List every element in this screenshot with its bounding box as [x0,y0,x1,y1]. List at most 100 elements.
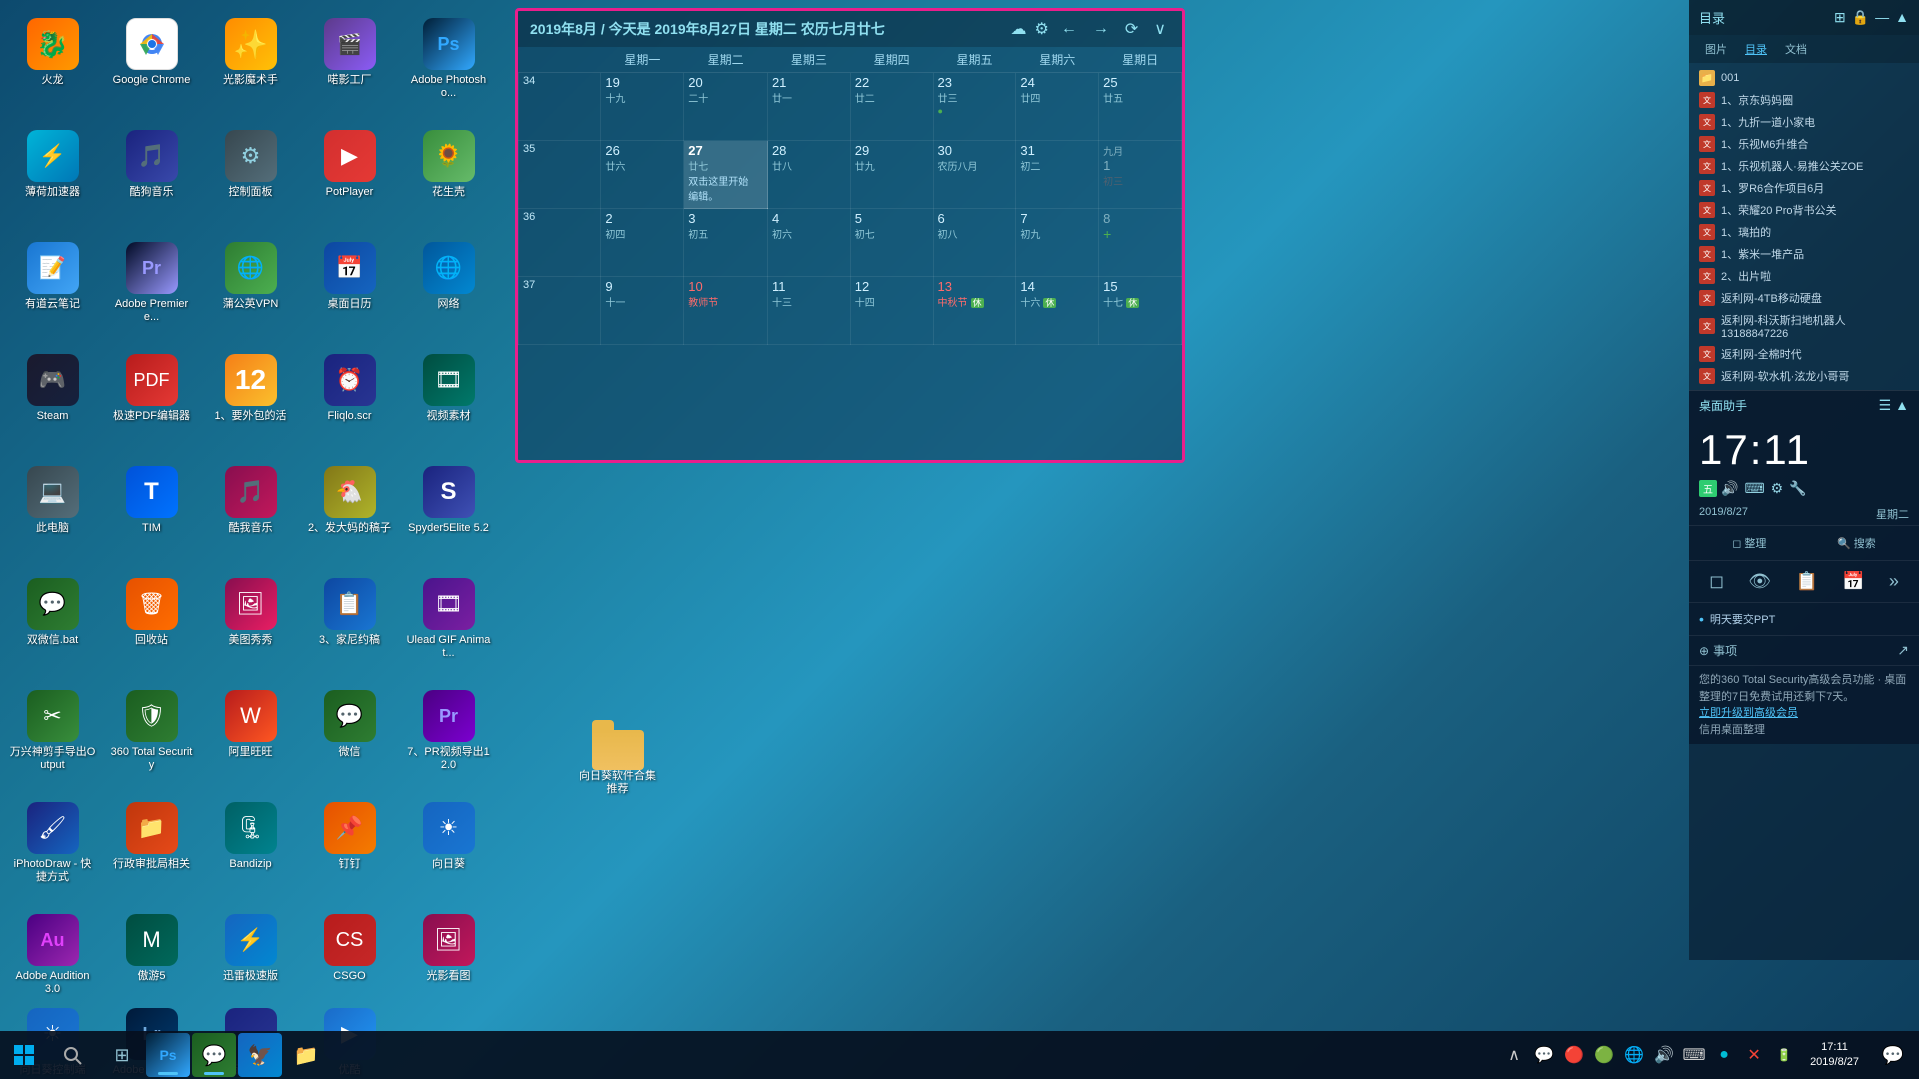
icon-audio-factory[interactable]: 🎬 喏影工厂 [302,10,397,118]
icon-fliql[interactable]: ⏰ Fliqlo.scr [302,346,397,454]
icon-chicken[interactable]: 🐔 2、发大妈的稿子 [302,458,397,566]
folder-icon-sunflower[interactable]: 向日葵软件合集推荐 [570,710,665,796]
event-share-icon[interactable]: ↗ [1897,642,1909,659]
icon-label2[interactable]: 12 1、要外包的活 [203,346,298,454]
icon-boost[interactable]: ⚡ 薄荷加速器 [5,122,100,230]
cal-day-sep-3[interactable]: 3初五 [684,209,768,277]
icon-ps[interactable]: Ps Adobe Photosho... [401,10,496,118]
icon-fire[interactable]: 🐉 火龙 [5,10,100,118]
icon-ctrl-panel[interactable]: ⚙ 控制面板 [203,122,298,230]
tray-net-icon[interactable]: 🌐 [1620,1033,1648,1077]
cal-day-22[interactable]: 22廿二 [850,73,933,141]
panel-screenshot-icon[interactable]: ⊞ [1834,9,1846,26]
icon-csgo[interactable]: CS CSGO [302,906,397,996]
icon-pc[interactable]: 💻 此电脑 [5,458,100,566]
settings-icon2[interactable]: ⚙ [1771,480,1784,497]
taskbar-wechat-app[interactable]: 💬 [192,1033,236,1077]
taskbar-start-btn[interactable] [0,1031,48,1079]
icon-wechat[interactable]: 💬 双微信.bat [5,570,100,678]
icon-admin[interactable]: 📁 行政审批局相关 [104,794,199,902]
calendar-icon[interactable]: 📅 [1838,567,1868,596]
assistant-collapse-icon[interactable]: ▲ [1895,397,1909,414]
cal-day-24[interactable]: 24廿四 [1016,73,1099,141]
assistant-menu-icon[interactable]: ☰ [1879,397,1892,414]
icon-chrome[interactable]: Google Chrome [104,10,199,118]
tray-x-icon[interactable]: ✕ [1740,1033,1768,1077]
icon-cal[interactable]: 📅 桌面日历 [302,234,397,342]
cal-day-sep-9[interactable]: 9十一 [601,277,684,345]
cal-prev-btn[interactable]: ← [1057,18,1081,40]
cal-day-sep-10[interactable]: 10教师节 [684,277,768,345]
cal-day-19[interactable]: 19十九 [601,73,684,141]
tray-volume-icon[interactable]: 🔊 [1650,1033,1678,1077]
file-item-001[interactable]: 📁 001 [1689,67,1919,89]
icon-thunder[interactable]: ⚡ 迅雷极速版 [203,906,298,996]
file-item-jiu[interactable]: 文 1、九折一道小家电 [1689,111,1919,133]
cal-day-sep-11[interactable]: 11十三 [767,277,850,345]
cal-day-sep-1[interactable]: 九月 1 初三 [1099,141,1182,209]
tray-keyboard-icon[interactable]: ⌨ [1680,1033,1708,1077]
cal-day-sep-14[interactable]: 14 十六 休 [1016,277,1099,345]
search-btn[interactable]: 🔍 搜索 [1831,532,1882,554]
icon-au[interactable]: Au Adobe Audition 3.0 [5,906,100,996]
cal-day-30[interactable]: 30农历八月 [933,141,1016,209]
tray-orange-icon[interactable]: 🔴 [1560,1033,1588,1077]
tray-wechat-icon[interactable]: 💬 [1530,1033,1558,1077]
cal-day-25[interactable]: 25廿五 [1099,73,1182,141]
file-item-zoe[interactable]: 文 1、乐视机器人·易推公关ZOE [1689,155,1919,177]
cal-day-sep-7[interactable]: 7初九 [1016,209,1099,277]
cal-day-sep-12[interactable]: 12十四 [850,277,933,345]
panel-max-icon[interactable]: ▲ [1895,9,1909,26]
clipboard-icon[interactable]: 📋 [1791,567,1821,596]
taskbar-task-view[interactable]: ⊞ [100,1033,144,1077]
icon-mu5[interactable]: M 傲游5 [104,906,199,996]
icon-iphoto[interactable]: 🖌 iPhotoDraw - 快捷方式 [5,794,100,902]
cal-day-sep-13[interactable]: 13 中秋节 休 [933,277,1016,345]
cal-next-btn[interactable]: → [1089,18,1113,40]
taskbar-lark-app[interactable]: 🦅 [238,1033,282,1077]
cal-day-sep-6[interactable]: 6初八 [933,209,1016,277]
icon-jia[interactable]: 📋 3、家尼约稿 [302,570,397,678]
icon-note[interactable]: 📝 有道云笔记 [5,234,100,342]
cal-day-sep-8[interactable]: 8 + [1099,209,1182,277]
file-item-robot[interactable]: 文 返利网-科沃斯扫地机器人13188847226 [1689,309,1919,343]
cal-expand-btn[interactable]: ∨ [1150,17,1170,41]
file-item-jd[interactable]: 文 1、京东妈妈圈 [1689,89,1919,111]
file-item-leshi[interactable]: 文 1、乐视M6升维合 [1689,133,1919,155]
tray-green-icon[interactable]: 🟢 [1590,1033,1618,1077]
icon-nail[interactable]: 📌 钉钉 [302,794,397,902]
cal-day-29[interactable]: 29廿九 [850,141,933,209]
panel-lock-icon[interactable]: 🔒 [1852,9,1869,26]
icon-spy[interactable]: S Spyder5Elite 5.2 [401,458,496,566]
cal-day-26[interactable]: 26廿六 [601,141,684,209]
icon-kugo[interactable]: 🎵 酷狗音乐 [104,122,199,230]
file-item-mi[interactable]: 文 1、紫米一堆产品 [1689,243,1919,265]
tray-caret-icon[interactable]: ∧ [1500,1033,1528,1077]
cal-day-31[interactable]: 31初二 [1016,141,1099,209]
icon-net[interactable]: 🌐 网络 [401,234,496,342]
icon-tim[interactable]: T TIM [104,458,199,566]
icon-video[interactable]: 🎞 视频素材 [401,346,496,454]
icon-tool[interactable]: ✂ 万兴神剪手导出Output [5,682,100,790]
tray-blue-icon[interactable]: ● [1710,1033,1738,1077]
cal-day-sep-2[interactable]: 2初四 [601,209,684,277]
cal-day-sep-15[interactable]: 15 十七 休 [1099,277,1182,345]
icon-wx2[interactable]: 💬 微信 [302,682,397,790]
tab-images[interactable]: 图片 [1697,39,1735,59]
file-item-rong[interactable]: 文 1、荣耀20 Pro背书公关 [1689,199,1919,221]
tab-directory[interactable]: 目录 [1737,39,1775,59]
tools-icon[interactable]: 🔧 [1789,480,1806,497]
icon-meitu[interactable]: 🖼 美图秀秀 [203,570,298,678]
icon-magic[interactable]: ✨ 光影魔术手 [203,10,298,118]
panel-minus-icon[interactable]: — [1875,9,1889,26]
cal-refresh-btn[interactable]: ⟳ [1121,17,1142,41]
tab-documents[interactable]: 文档 [1777,39,1815,59]
cal-day-sep-5[interactable]: 5初七 [850,209,933,277]
icon-ali[interactable]: W 阿里旺旺 [203,682,298,790]
event-add-icon[interactable]: ⊕ 事项 [1699,642,1737,659]
tray-battery-icon[interactable]: 🔋 [1770,1033,1798,1077]
icon-flower[interactable]: 🌻 花生壳 [401,122,496,230]
icon-uc[interactable]: 🗑 回收站 [104,570,199,678]
icon-pr2[interactable]: Pr 7、PR视频导出12.0 [401,682,496,790]
file-item-water[interactable]: 文 返利网-软水机·泫龙小哥哥 [1689,365,1919,387]
